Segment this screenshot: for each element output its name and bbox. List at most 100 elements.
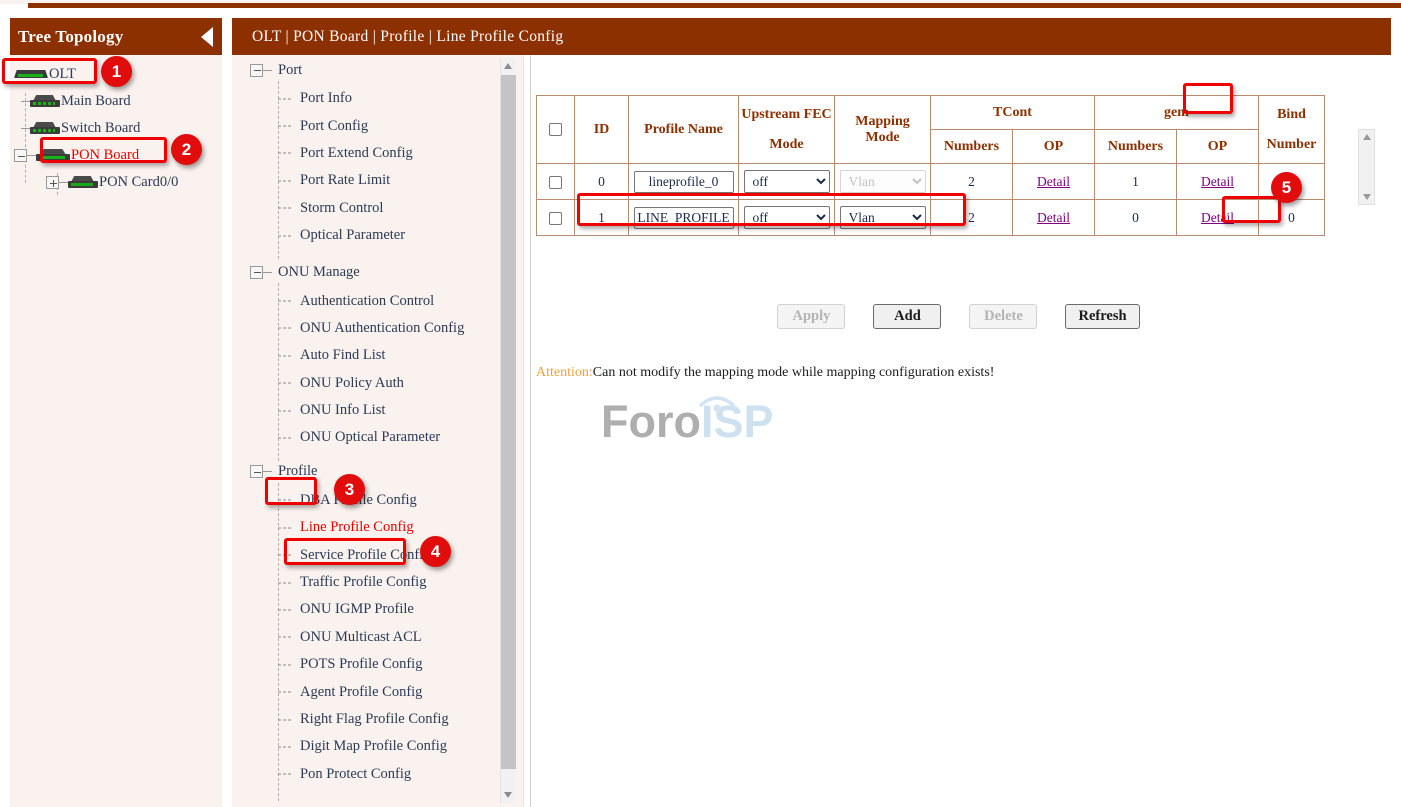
wifi-dot-icon	[713, 404, 720, 411]
row-0-profile-name-input[interactable]	[634, 171, 734, 193]
attention-text: Can not modify the mapping mode while ma…	[593, 365, 995, 380]
row-0-id: 0	[575, 164, 629, 200]
row-1-bind-number: 0	[1259, 200, 1325, 236]
tree-connector	[59, 182, 68, 183]
line-profile-table: ID Profile Name Upstream FEC Mode Mappin…	[536, 95, 1325, 236]
table-header-row-upper: ID Profile Name Upstream FEC Mode Mappin…	[537, 96, 1325, 130]
olt-device-icon	[14, 68, 48, 81]
table-scrollbar[interactable]	[1358, 129, 1375, 205]
row-1-gem-op-cell: Detail	[1177, 200, 1259, 236]
tcont-op-header: OP	[1013, 130, 1095, 164]
tree-topology-body: OLT Main Board Switch Board	[10, 55, 222, 807]
pon-card-device-icon	[68, 176, 98, 189]
tree-node-olt[interactable]: OLT	[10, 61, 222, 88]
watermark-foro-text: Foro	[601, 396, 701, 447]
row-1-select-cell	[537, 200, 575, 236]
row-0-upstream-fec-select[interactable]: off	[744, 170, 830, 193]
tree-topology-title: Tree Topology	[18, 27, 123, 47]
tree-node-switch-board[interactable]: Switch Board	[10, 115, 222, 142]
refresh-button[interactable]: Refresh	[1065, 304, 1139, 329]
scroll-up-arrow-icon[interactable]	[1363, 134, 1371, 140]
row-0-gem-op-cell: Detail	[1177, 164, 1259, 200]
row-1-profile-name-cell	[629, 200, 739, 236]
content-panel: OLT | PON Board | Profile | Line Profile…	[232, 18, 1391, 807]
tcont-numbers-header: Numbers	[931, 130, 1013, 164]
row-1-gem-numbers: 0	[1095, 200, 1177, 236]
row-1-checkbox[interactable]	[549, 212, 562, 225]
triangle-left-icon[interactable]	[201, 27, 213, 47]
row-1-upstream-fec-select[interactable]: off	[744, 206, 830, 229]
upstream-fec-mode-header: Upstream FEC Mode	[739, 96, 835, 164]
board-device-icon	[30, 95, 60, 108]
row-1-tcont-detail-link[interactable]: Detail	[1037, 210, 1070, 225]
bind-header-line2: Number	[1261, 137, 1322, 153]
select-all-header	[537, 96, 575, 164]
foroisp-logo-icon: Foro ISP	[601, 385, 801, 455]
tree-node-pon-card-label: PON Card0/0	[99, 174, 178, 191]
apply-button[interactable]: Apply	[777, 304, 845, 329]
tree-topology-header: Tree Topology	[10, 18, 222, 55]
row-1-mapping-mode-select[interactable]: Vlan	[840, 206, 926, 229]
bind-header-line1: Bind	[1261, 107, 1322, 123]
upstream-fec-header-line2: Mode	[741, 137, 832, 153]
board-device-icon	[30, 122, 60, 135]
profile-name-header: Profile Name	[629, 96, 739, 164]
tree-node-pon-board[interactable]: PON Board	[10, 142, 222, 169]
top-cutoff-bar	[28, 3, 1401, 8]
content-body: ID Profile Name Upstream FEC Mode Mappin…	[530, 55, 1391, 807]
line-profile-table-wrap: ID Profile Name Upstream FEC Mode Mappin…	[536, 95, 1381, 236]
attention-message: Attention:Can not modify the mapping mod…	[536, 365, 994, 381]
scroll-down-arrow-icon[interactable]	[1363, 194, 1371, 200]
add-button[interactable]: Add	[873, 304, 941, 329]
pon-board-device-icon	[36, 149, 70, 162]
row-0-mapping-mode-cell: Vlan	[835, 164, 931, 200]
gem-op-header: OP	[1177, 130, 1259, 164]
row-0-checkbox[interactable]	[549, 176, 562, 189]
id-header: ID	[575, 96, 629, 164]
top-cutoff-strip	[0, 0, 1401, 4]
tree-node-switch-board-label: Switch Board	[61, 120, 140, 137]
row-0-tcont-detail-link[interactable]: Detail	[1037, 174, 1070, 189]
row-1-tcont-numbers: 2	[931, 200, 1013, 236]
tree-node-olt-label: OLT	[49, 66, 76, 83]
gem-numbers-header: Numbers	[1095, 130, 1177, 164]
select-all-checkbox[interactable]	[549, 123, 562, 136]
tcont-group-header: TCont	[931, 96, 1095, 130]
tree-topology-panel: Tree Topology OLT Main Board	[10, 18, 222, 807]
row-1-gem-detail-link[interactable]: Detail	[1201, 210, 1234, 225]
table-row[interactable]: 1 off Vlan	[537, 200, 1325, 236]
tree-node-pon-card[interactable]: PON Card0/0	[10, 169, 222, 196]
tree-connector	[21, 128, 30, 129]
row-1-id: 1	[575, 200, 629, 236]
tree-node-main-board[interactable]: Main Board	[10, 88, 222, 115]
row-0-gem-detail-link[interactable]: Detail	[1201, 174, 1234, 189]
breadcrumb: OLT | PON Board | Profile | Line Profile…	[252, 28, 563, 46]
plus-expander-icon[interactable]	[46, 176, 59, 189]
gem-group-header: gem	[1095, 96, 1259, 130]
row-0-mapping-mode-select: Vlan	[840, 170, 926, 193]
row-1-upstream-fec-cell: off	[739, 200, 835, 236]
row-1-profile-name-input[interactable]	[634, 207, 734, 229]
content-header: OLT | PON Board | Profile | Line Profile…	[232, 18, 1391, 55]
row-0-select-cell	[537, 164, 575, 200]
row-0-tcont-op-cell: Detail	[1013, 164, 1095, 200]
upstream-fec-header-line1: Upstream FEC	[741, 107, 832, 123]
attention-label: Attention:	[536, 365, 593, 380]
delete-button[interactable]: Delete	[969, 304, 1037, 329]
row-0-profile-name-cell	[629, 164, 739, 200]
foroisp-watermark: Foro ISP	[601, 385, 801, 455]
row-0-bind-number: 0	[1259, 164, 1325, 200]
action-button-row: Apply Add Delete Refresh	[536, 304, 1381, 329]
row-0-upstream-fec-cell: off	[739, 164, 835, 200]
minus-expander-icon[interactable]	[14, 149, 27, 162]
row-0-tcont-numbers: 2	[931, 164, 1013, 200]
row-1-mapping-mode-cell: Vlan	[835, 200, 931, 236]
bind-number-header: Bind Number	[1259, 96, 1325, 164]
row-0-gem-numbers: 1	[1095, 164, 1177, 200]
tree-connector	[27, 155, 36, 156]
tree-node-pon-board-label: PON Board	[71, 147, 139, 164]
mapping-mode-header: Mapping Mode	[835, 96, 931, 164]
tree-connector	[21, 101, 30, 102]
table-row[interactable]: 0 off Vlan	[537, 164, 1325, 200]
watermark-isp-text: ISP	[701, 396, 774, 447]
